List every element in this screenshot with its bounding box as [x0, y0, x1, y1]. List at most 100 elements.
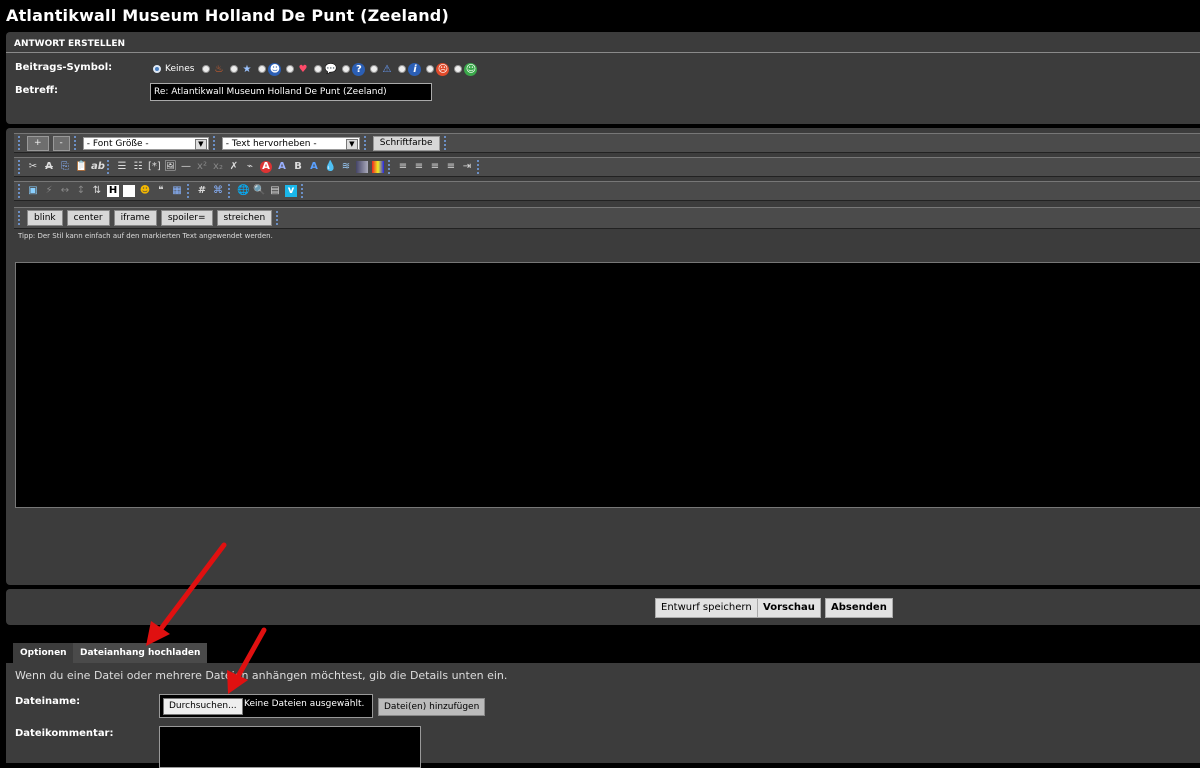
flash-icon[interactable]: ⚡ [43, 185, 55, 197]
table-icon[interactable]: ▦ [171, 185, 183, 197]
chevron-down-icon: ▼ [345, 138, 358, 150]
toolbar-grip [107, 160, 112, 174]
text-highlight-select[interactable]: - Text hervorheben - ▼ [221, 136, 360, 150]
bold-icon[interactable]: B [292, 161, 304, 173]
align-right-icon[interactable]: ≡ [445, 161, 457, 173]
globe-icon[interactable]: 🌐 [237, 185, 249, 197]
symbol-radio[interactable] [342, 65, 351, 73]
toolbar-grip [363, 136, 369, 150]
symbol-radio[interactable] [286, 65, 295, 73]
wave-icon[interactable]: ≋ [340, 161, 352, 173]
minus-button[interactable]: - [52, 135, 70, 151]
hash-icon[interactable]: # [196, 185, 208, 197]
strikethrough-icon[interactable]: A [43, 161, 55, 173]
scroll-icon[interactable]: ↕ [75, 185, 87, 197]
file-comment-textarea[interactable] [159, 726, 421, 768]
superscript-icon[interactable]: x² [196, 161, 208, 173]
add-file-button[interactable]: Datei(en) hinzufügen [378, 698, 486, 716]
shadow-text-icon[interactable]: A [308, 161, 320, 173]
symbol-radio[interactable] [230, 65, 239, 73]
code-icon[interactable]: ⌘ [212, 185, 224, 197]
upload-panel: Wenn du eine Datei oder mehrere Dateien … [6, 663, 1200, 768]
font-color-button[interactable]: Schriftfarbe [372, 135, 440, 151]
copy-icon[interactable]: ⎘ [59, 161, 71, 173]
message-textarea[interactable] [15, 262, 1200, 508]
justify-icon[interactable]: ≡ [397, 161, 409, 173]
tag-center-button[interactable]: center [66, 210, 110, 226]
anchor-icon[interactable]: ⇅ [91, 185, 103, 197]
symbol-radio[interactable] [370, 65, 379, 73]
symbol-radio-none[interactable] [153, 65, 161, 73]
angry-face-icon: ☹ [436, 62, 450, 76]
subject-label: Betreff: [15, 85, 58, 96]
font-color-icon[interactable]: A [260, 161, 272, 173]
preview-button[interactable]: Vorschau [757, 598, 821, 618]
toolbar-grip [73, 136, 79, 150]
indent-icon[interactable]: ⇥ [461, 161, 473, 173]
unlink-icon[interactable]: ⌁ [244, 161, 256, 173]
toolbar-row-3: ▣ ⚡ ↔ ↕ ⇅ H ☻ ❝ ▦ # ⌘ 🌐 🔍 ▤ v [14, 181, 1200, 201]
font-size-value: - Font Größe - [86, 138, 149, 149]
toolbar-grip [212, 136, 218, 150]
spellcheck-icon[interactable]: ab [91, 161, 105, 173]
rainbow-icon[interactable] [372, 161, 384, 173]
smiley-icon: ☻ [268, 62, 282, 76]
toolbar-row-2: ✂ A ⎘ 📋 ab ☰ ☷ [*] 🖼 — x² x₂ ✗ ⌁ A A B A… [14, 157, 1200, 177]
speech-bubble-icon: 💬 [324, 63, 338, 75]
reply-panel: ANTWORT ERSTELLEN Beitrags-Symbol: Keine… [6, 32, 1200, 124]
plus-button[interactable]: + [27, 135, 49, 151]
font-size-select[interactable]: - Font Größe - ▼ [82, 136, 209, 150]
tab-options[interactable]: Optionen [13, 643, 74, 663]
box-icon[interactable] [123, 185, 135, 197]
submit-button[interactable]: Absenden [825, 598, 893, 618]
vimeo-icon[interactable]: v [285, 185, 297, 197]
tag-blink-button[interactable]: blink [27, 210, 63, 226]
quote-icon[interactable]: ❝ [155, 185, 167, 197]
ordered-list-icon[interactable]: ☰ [116, 161, 128, 173]
save-draft-button[interactable]: Entwurf speichern [655, 598, 758, 618]
horizontal-rule-icon[interactable]: — [180, 161, 192, 173]
font-size-icon[interactable]: A [276, 161, 288, 173]
align-left-icon[interactable]: ≡ [413, 161, 425, 173]
text-highlight-value: - Text hervorheben - [225, 138, 317, 149]
tag-strike-button[interactable]: streichen [216, 210, 273, 226]
fire-icon: ♨ [214, 63, 224, 75]
symbol-radio[interactable] [426, 65, 435, 73]
toolbar-grip [301, 184, 306, 198]
symbol-radio[interactable] [258, 65, 267, 73]
chevron-down-icon: ▼ [194, 138, 207, 150]
filename-label: Dateiname: [15, 696, 81, 707]
heading-icon[interactable]: H [107, 185, 119, 197]
media-icon[interactable]: ▣ [27, 185, 39, 197]
symbol-none-label: Keines [165, 64, 195, 74]
browse-button[interactable]: Durchsuchen... [163, 698, 243, 715]
gradient-icon[interactable] [356, 161, 368, 173]
search-icon[interactable]: 🔍 [253, 185, 265, 197]
tag-spoiler-button[interactable]: spoiler= [160, 210, 213, 226]
subscript-icon[interactable]: x₂ [212, 161, 224, 173]
document-icon[interactable]: ▤ [269, 185, 281, 197]
tag-iframe-button[interactable]: iframe [113, 210, 157, 226]
list-item-icon[interactable]: [*] [148, 161, 161, 173]
editor-panel: + - - Font Größe - ▼ - Text hervorheben -… [6, 128, 1200, 585]
toolbar-grip [18, 184, 23, 198]
toolbar-grip [228, 184, 233, 198]
unordered-list-icon[interactable]: ☷ [132, 161, 144, 173]
cut-icon[interactable]: ✂ [27, 161, 39, 173]
glow-icon[interactable]: 💧 [324, 161, 336, 173]
symbol-radio[interactable] [398, 65, 407, 73]
tab-attachment[interactable]: Dateianhang hochladen [73, 643, 208, 663]
symbol-radio[interactable] [202, 65, 211, 73]
toolbar-grip[interactable] [18, 136, 23, 150]
paste-icon[interactable]: 📋 [75, 161, 87, 173]
image-icon[interactable]: 🖼 [164, 161, 177, 173]
symbol-radio[interactable] [314, 65, 323, 73]
editor-tip: Tipp: Der Stil kann einfach auf den mark… [18, 232, 273, 240]
align-center-icon[interactable]: ≡ [429, 161, 441, 173]
symbol-radio[interactable] [454, 65, 463, 73]
subject-input[interactable]: Re: Atlantikwall Museum Holland De Punt … [150, 83, 432, 101]
emoticon-icon[interactable]: ☻ [139, 185, 151, 197]
remove-format-icon[interactable]: ✗ [228, 161, 240, 173]
marquee-icon[interactable]: ↔ [59, 185, 71, 197]
toolbar-grip [187, 184, 192, 198]
